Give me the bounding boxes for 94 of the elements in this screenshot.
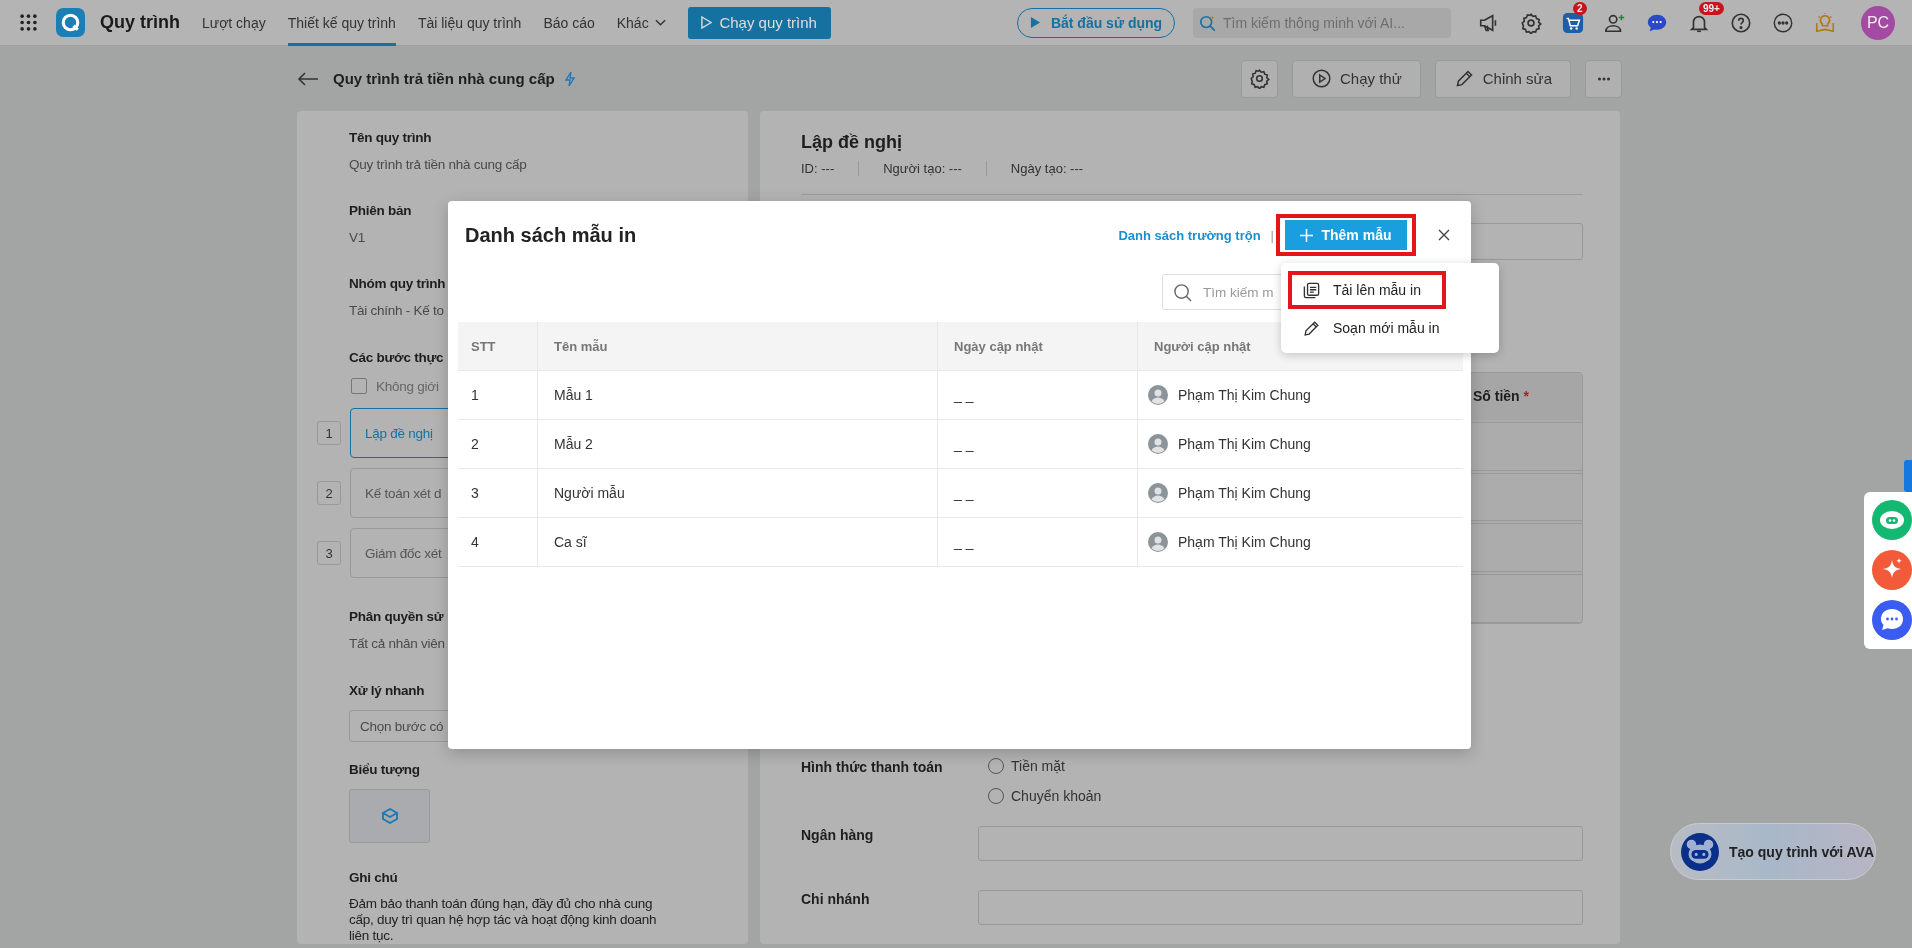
checkbox-label: Không giới bbox=[376, 378, 439, 394]
field-label: Nhóm quy trình bbox=[349, 275, 446, 293]
nav-tab[interactable]: Thiết kế quy trình bbox=[287, 0, 396, 46]
user-name: Phạm Thị Kim Chung bbox=[1178, 436, 1311, 452]
table-cell: Mẫu 2 bbox=[537, 420, 937, 468]
field-label: Tên quy trình bbox=[349, 129, 432, 147]
lightning-icon bbox=[564, 70, 575, 87]
field-label: Biểu tượng bbox=[349, 761, 420, 780]
table-cell: _ _ bbox=[937, 469, 1137, 517]
meta-text: Người tạo: --- bbox=[858, 161, 986, 176]
separator: | bbox=[1270, 227, 1274, 243]
notification-badge: 99+ bbox=[1699, 1, 1724, 15]
process-title: Quy trình trả tiền nhà cung cấp bbox=[333, 70, 555, 87]
robot-icon bbox=[1681, 832, 1719, 871]
settings-icon bbox=[1249, 68, 1270, 89]
field-label: Các bước thực bbox=[349, 349, 444, 367]
pencil-icon bbox=[1302, 318, 1321, 338]
avatar-icon bbox=[1148, 385, 1168, 405]
field-label: Ngân hàng bbox=[801, 826, 875, 845]
documents-icon bbox=[1302, 280, 1321, 300]
field-value: Quy trình trả tiền nhà cung cấp bbox=[349, 156, 527, 174]
meta-text: Ngày tạo: --- bbox=[985, 161, 1108, 176]
nav-tab[interactable]: Tài liệu quy trình bbox=[417, 0, 522, 46]
user-name: Phạm Thị Kim Chung bbox=[1178, 387, 1311, 403]
user-avatar[interactable]: PC bbox=[1861, 5, 1895, 40]
field-value: Tài chính - Kế to bbox=[349, 302, 444, 320]
column-header: STT bbox=[470, 337, 497, 356]
more-icon bbox=[1772, 11, 1794, 34]
table-cell: Ca sĩ bbox=[537, 518, 937, 566]
field-label: Ghi chú bbox=[349, 869, 398, 887]
search-field[interactable]: Tìm kiếm thông minh với AI... bbox=[1193, 7, 1451, 38]
app-logo-icon bbox=[56, 8, 85, 37]
merge-fields-link[interactable]: Danh sách trường trộn bbox=[1118, 227, 1261, 243]
notification-badge: 2 bbox=[1573, 1, 1587, 15]
field-label: Phân quyền sử bbox=[349, 608, 444, 626]
radio-label: Chuyển khoản bbox=[1011, 788, 1102, 804]
step-number: 3 bbox=[317, 541, 341, 565]
ava-button[interactable]: Tạo quy trình với AVA bbox=[1670, 823, 1876, 880]
settings-icon bbox=[1520, 11, 1542, 34]
search-icon bbox=[1173, 283, 1192, 302]
step-number: 1 bbox=[317, 421, 341, 445]
field-label: Xử lý nhanh bbox=[349, 682, 425, 700]
field-value: V1 bbox=[349, 229, 365, 247]
toolbar-button[interactable]: Chạy thử bbox=[1292, 59, 1421, 98]
input-field[interactable] bbox=[978, 826, 1583, 861]
note-text: Đảm bảo thanh toán đúng hạn, đầy đủ cho nhà cung cấp, duy trì quan hệ hợp tác và hoạt động kinh doanh liên tục. bbox=[349, 896, 658, 944]
field-label: Phiên bản bbox=[349, 202, 412, 220]
avatar-icon bbox=[1148, 532, 1168, 552]
lightbulb-icon bbox=[1814, 11, 1836, 34]
input-field[interactable] bbox=[978, 890, 1583, 925]
form-title: Lập đề nghị bbox=[801, 131, 903, 153]
user-name: Phạm Thị Kim Chung bbox=[1178, 485, 1311, 501]
cart-icon bbox=[1562, 11, 1584, 34]
table-cell-text: 3 bbox=[470, 484, 480, 503]
table-cell: _ _ bbox=[937, 420, 1137, 468]
avatar-icon bbox=[1148, 434, 1168, 454]
icon-button[interactable] bbox=[1241, 59, 1278, 98]
column-header: Tên mẫu bbox=[537, 322, 937, 370]
step-number: 2 bbox=[317, 481, 341, 505]
nav-tab[interactable]: Báo cáo bbox=[543, 0, 595, 46]
column-header: Ngày cập nhật bbox=[937, 322, 1137, 370]
nav-tab[interactable]: Lượt chạy bbox=[202, 0, 266, 46]
field-label: Hình thức thanh toán bbox=[801, 758, 944, 777]
play-icon bbox=[1029, 16, 1041, 29]
menu-item[interactable]: Tải lên mẫu in bbox=[1292, 275, 1442, 305]
close-icon[interactable] bbox=[1438, 229, 1450, 241]
field-value: Tất cả nhân viên bbox=[349, 635, 445, 653]
search-icon bbox=[1199, 13, 1217, 32]
toolbar-button[interactable]: Chỉnh sửa bbox=[1434, 59, 1571, 98]
plus-icon bbox=[1300, 228, 1314, 242]
table-header-cell-text: Số tiền * bbox=[1473, 388, 1530, 405]
user-name: Phạm Thị Kim Chung bbox=[1178, 534, 1311, 550]
run-process-button[interactable]: Chạy quy trình bbox=[687, 6, 831, 39]
play-icon bbox=[1311, 68, 1332, 89]
apps-grid-icon[interactable] bbox=[20, 14, 37, 31]
box-icon bbox=[379, 806, 400, 827]
play-icon bbox=[701, 16, 713, 29]
table-cell-text: 1 bbox=[470, 386, 480, 405]
table-cell: Mẫu 1 bbox=[537, 371, 937, 419]
radio-label: Tiền mặt bbox=[1011, 758, 1065, 774]
meta-text: ID: --- bbox=[801, 161, 836, 176]
dialog-title: Danh sách mẫu in bbox=[465, 223, 637, 247]
table-cell-text: 4 bbox=[470, 533, 480, 552]
table-cell: Người mẫu bbox=[537, 469, 937, 517]
app-name: Quy trình bbox=[100, 12, 180, 33]
back-arrow-icon[interactable] bbox=[297, 71, 319, 86]
help-icon bbox=[1730, 11, 1752, 34]
table-cell-text: 2 bbox=[470, 435, 480, 454]
field-label: Chi nhánh bbox=[801, 890, 871, 909]
table-cell: _ _ bbox=[937, 371, 1137, 419]
avatar-icon bbox=[1148, 483, 1168, 503]
checkbox[interactable] bbox=[351, 378, 367, 394]
nav-tab[interactable]: Khác bbox=[616, 0, 666, 46]
table-cell: _ _ bbox=[937, 518, 1137, 566]
